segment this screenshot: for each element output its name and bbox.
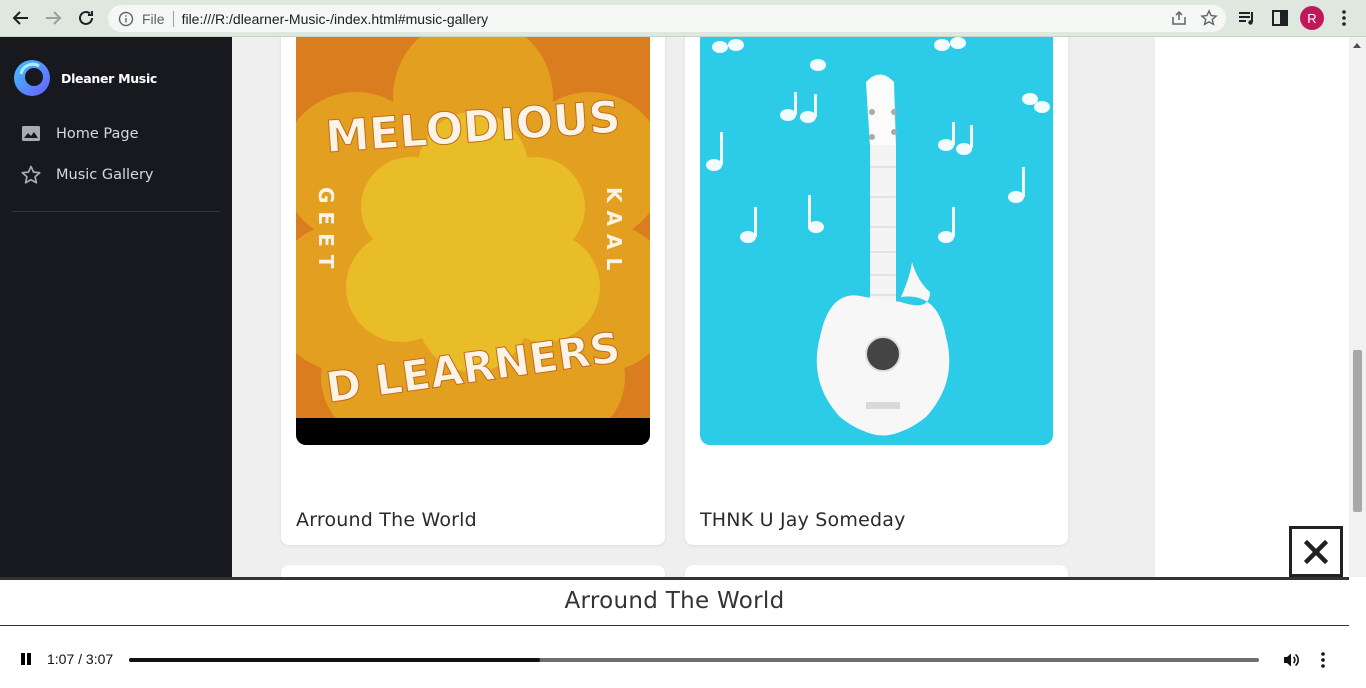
scroll-up-arrow-icon[interactable] (1353, 43, 1361, 48)
scrollbar-thumb[interactable] (1353, 350, 1362, 512)
audio-player: Arround The World 1:07 / 3:07 (0, 577, 1349, 688)
more-options-icon[interactable] (1318, 651, 1328, 669)
playback-time: 1:07 / 3:07 (47, 651, 114, 667)
sidebar-item-label: Home Page (56, 126, 139, 142)
logo-icon (14, 60, 50, 96)
sidebar-divider (12, 211, 220, 212)
audio-controls: 1:07 / 3:07 (0, 626, 1349, 688)
address-bar[interactable]: File file:///R:/dlearner-Music-/index.ht… (108, 5, 1226, 32)
profile-avatar[interactable]: R (1300, 6, 1324, 30)
brand[interactable]: Dleaner Music (12, 58, 157, 98)
album-art-guitar[interactable] (700, 37, 1053, 445)
reload-button[interactable] (74, 6, 98, 30)
card-title[interactable]: THNK U Jay Someday (700, 509, 906, 531)
close-player-button[interactable] (1289, 526, 1343, 577)
reload-icon (79, 10, 93, 25)
page-scrollbar[interactable] (1349, 37, 1366, 577)
sidebar-item-label: Music Gallery (56, 167, 154, 183)
seek-bar-progress (129, 658, 541, 662)
arrow-left-icon (12, 11, 28, 25)
sidebar-item-music-gallery[interactable]: Music Gallery (20, 164, 154, 186)
music-card[interactable] (685, 565, 1068, 577)
share-icon[interactable] (1170, 9, 1188, 27)
image-icon (22, 126, 40, 141)
art-side-right: KAAL (602, 187, 626, 278)
sidebar-item-home[interactable]: Home Page (20, 123, 139, 145)
now-playing-title: Arround The World (564, 588, 785, 614)
address-separator (172, 10, 174, 27)
music-card[interactable]: THNK U Jay Someday (685, 37, 1068, 545)
right-pane (1155, 37, 1349, 577)
music-gallery: MELODIOUS GEET KAAL D LEARNERS Arround T… (232, 37, 1155, 577)
browser-toolbar: File file:///R:/dlearner-Music-/index.ht… (0, 0, 1366, 37)
back-button[interactable] (9, 6, 33, 30)
side-panel-icon[interactable] (1270, 8, 1290, 28)
seek-bar[interactable] (129, 658, 1259, 662)
bookmark-star-icon[interactable] (1200, 9, 1218, 27)
volume-icon[interactable] (1282, 651, 1300, 669)
pause-icon[interactable] (20, 653, 32, 665)
forward-button[interactable] (41, 6, 65, 30)
art-side-left: GEET (314, 187, 338, 276)
file-scheme-label: File (142, 10, 165, 27)
star-icon (21, 165, 41, 184)
album-art-melodious[interactable]: MELODIOUS GEET KAAL D LEARNERS (296, 37, 650, 445)
url-text[interactable]: file:///R:/dlearner-Music-/index.html#mu… (182, 11, 489, 27)
browser-menu-icon[interactable] (1334, 8, 1354, 28)
media-control-icon[interactable] (1237, 8, 1257, 28)
close-icon (1304, 539, 1328, 564)
album-art-image: MELODIOUS GEET KAAL D LEARNERS (296, 37, 650, 445)
album-art-image (700, 37, 1053, 445)
info-icon[interactable] (118, 11, 134, 27)
music-card[interactable]: MELODIOUS GEET KAAL D LEARNERS Arround T… (281, 37, 665, 545)
card-title[interactable]: Arround The World (296, 509, 477, 531)
brand-name: Dleaner Music (61, 70, 158, 86)
arrow-right-icon (46, 11, 62, 25)
sidebar: Dleaner Music Home Page Music Gallery (0, 37, 232, 577)
music-card[interactable] (281, 565, 665, 577)
